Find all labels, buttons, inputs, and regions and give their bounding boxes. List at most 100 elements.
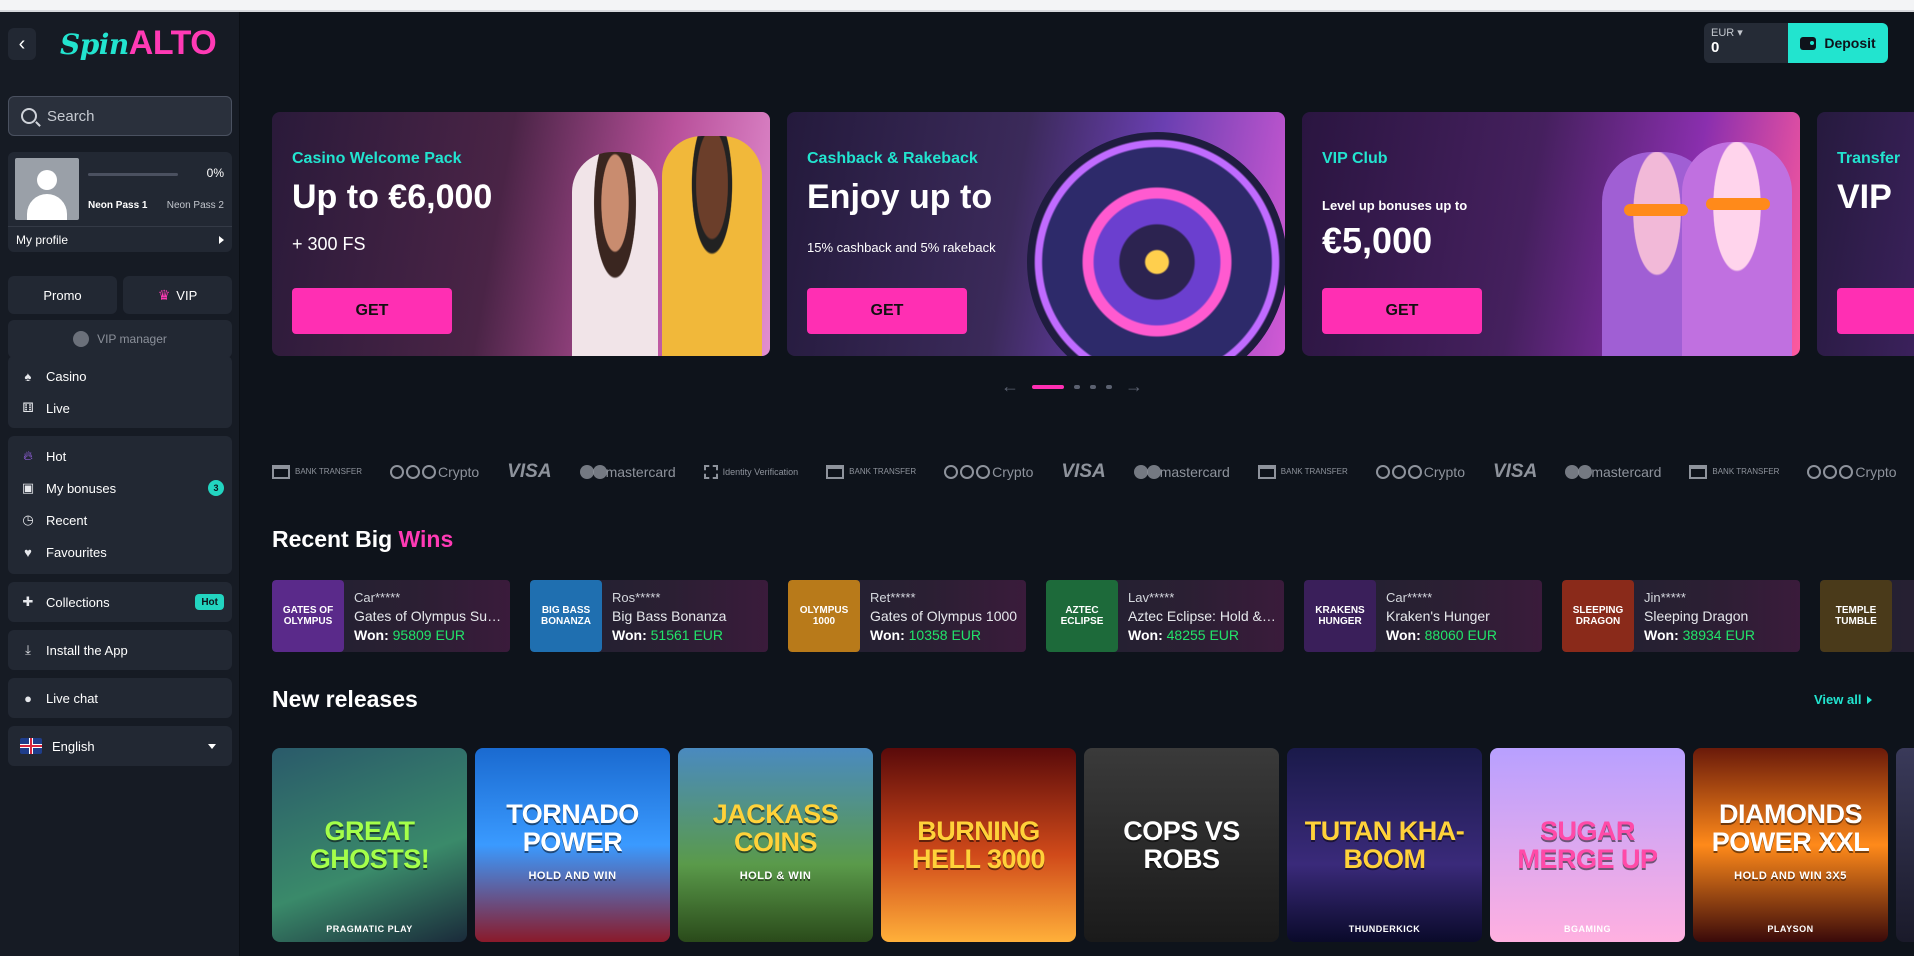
progress-percent: 0% [206,166,224,180]
payment-crypto-logo: Crypto [1807,464,1897,480]
game-tile[interactable]: Tornado Power HOLD AND WIN [475,748,670,942]
collapse-sidebar-button[interactable]: ‹ [8,28,36,60]
game-thumbnail[interactable]: SLEEPING DRAGON [1562,580,1634,652]
won-label: Won: [1128,626,1163,643]
vip-button[interactable]: ♛ VIP [123,276,232,314]
language-label: English [52,738,95,754]
promo-button[interactable]: Promo [8,276,117,314]
win-card[interactable]: SLEEPING DRAGON Jin***** Sleeping Dragon Wo… [1562,580,1800,652]
carousel-dot[interactable] [1106,384,1112,389]
game-tile[interactable] [1896,748,1914,942]
balance-selector[interactable]: EUR ▾ 0 [1704,23,1788,63]
game-tile[interactable]: Burning Hell 3000 [881,748,1076,942]
sidebar-item-live-chat[interactable]: ● Live chat [8,682,232,714]
game-name[interactable]: Gates of Olympus Super Scatter [354,608,504,624]
won-label: Won: [612,626,647,643]
promo-banner-vip[interactable]: VIP Club Level up bonuses up to €5,000 G… [1302,112,1800,356]
recent-wins-list: GATES OF OLYMPUS Car***** Gates of Olympus… [272,580,1914,652]
game-thumbnail[interactable]: AZTEC ECLIPSE [1046,580,1118,652]
game-tile[interactable]: Tutan Kha-Boom THUNDERKICK [1287,748,1482,942]
win-card[interactable]: KRAKENS HUNGER Car***** Kraken's Hunger Won… [1304,580,1542,652]
win-card[interactable]: AZTEC ECLIPSE Lav***** Aztec Eclipse: Hold… [1046,580,1284,652]
payment-methods-strip: BANK TRANSFER Crypto VISA mastercard Identit… [272,458,1914,486]
sidebar-item-casino[interactable]: ♠ Casino [8,360,232,392]
carousel-prev-arrow-icon[interactable]: ← [998,376,1022,397]
gift-icon: ▣ [21,480,35,495]
deposit-button[interactable]: Deposit [1788,23,1888,63]
menu-group-games: ♠ Casino ⚅ Live [8,356,232,428]
game-name[interactable]: Gates of Olympus 1000 [870,608,1020,624]
sidebar-item-collections[interactable]: ✚ Collections Hot [8,586,232,618]
search-icon [21,108,37,124]
game-tile[interactable]: Sugar Merge Up BGAMING [1490,748,1685,942]
promo-banner-transfer[interactable]: Transfer VIP [1817,112,1914,356]
payment-label: Crypto [437,464,480,480]
view-all-link[interactable]: View all [1814,692,1873,707]
game-name[interactable]: Big Bass Bonanza [612,608,762,624]
menu-group-chat: ● Live chat [8,678,232,718]
chevron-down-icon [208,743,216,749]
chat-icon: ● [24,690,32,706]
chevron-right-icon [219,235,224,244]
sidebar-item-favourites[interactable]: ♥ Favourites [8,536,232,568]
sidebar-item-label: Collections [46,594,110,610]
carousel-dot[interactable] [1074,384,1080,389]
promo-banner-welcome[interactable]: Casino Welcome Pack Up to €6,000 + 300 F… [272,112,770,356]
game-tile[interactable]: Cops vs Robs [1084,748,1279,942]
sidebar-item-install-app[interactable]: ⤓ Install the App [8,634,232,666]
win-card[interactable]: BIG BASS BONANZA Ros***** Big Bass Bonanza… [530,580,768,652]
bitcoin-icon [944,465,959,479]
game-thumbnail[interactable]: TEMPLE TUMBLE [1820,580,1892,652]
get-button[interactable] [1837,288,1914,334]
game-name[interactable]: Aztec Eclipse: Hold & Win [1128,608,1278,624]
game-tile[interactable]: Jackass Coins HOLD & WIN [678,748,873,942]
sunglasses-image [1624,204,1688,216]
promo-banner-cashback[interactable]: Cashback & Rakeback Enjoy up to 15% cash… [787,112,1285,356]
game-thumbnail[interactable]: OLYMPUS 1000 [788,580,860,652]
get-button[interactable]: GET [292,288,452,334]
banner-woman-image [572,152,658,356]
sidebar-item-live[interactable]: ⚅ Live [8,392,232,424]
carousel-dot-active[interactable] [1032,384,1064,389]
winner-username: Car***** [354,589,401,605]
avatar[interactable] [15,158,79,220]
carousel-next-arrow-icon[interactable]: → [1122,376,1146,397]
game-thumbnail[interactable]: BIG BASS BONANZA [530,580,602,652]
tether-icon [960,465,975,479]
payment-label: BANK TRANSFER [849,467,917,476]
sidebar-item-my-bonuses[interactable]: ▣ My bonuses 3 [8,472,232,504]
carousel-dot[interactable] [1090,384,1096,389]
win-card[interactable]: GATES OF OLYMPUS Car***** Gates of Olympus… [272,580,510,652]
whatsapp-icon [73,331,90,347]
get-button[interactable]: GET [807,288,967,334]
game-tile[interactable]: Great Ghosts! PRAGMATIC PLAY [272,748,467,942]
game-title-text: Tornado Power [506,799,639,857]
sidebar-item-recent[interactable]: ◷ Recent [8,504,232,536]
game-name[interactable]: Sleeping Dragon [1644,608,1794,624]
logo[interactable]: SpinALTO [60,24,217,63]
sidebar-item-language[interactable]: English [8,730,232,762]
ethereum-icon [976,465,991,479]
game-thumbnail[interactable]: KRAKENS HUNGER [1304,580,1376,652]
win-info: Car***** Gates of Olympus Super Scatter Wo… [354,590,504,643]
my-profile-link[interactable]: My profile [8,226,232,252]
win-card[interactable]: OLYMPUS 1000 Ret***** Gates of Olympus 100… [788,580,1026,652]
win-info: Car***** Kraken's Hunger Won: 88060 EUR [1386,590,1536,643]
sidebar-item-hot[interactable]: 🔥︎ Hot [8,440,232,472]
game-tile[interactable]: Diamonds Power XXL HOLD AND WIN 3X5 PLAYSO… [1693,748,1888,942]
recent-wins-title-main: Recent Big [272,526,399,552]
win-amount: Won: 10358 EUR [870,627,1020,643]
game-title-text: Burning Hell 3000 [911,816,1046,874]
win-card[interactable]: TEMPLE TUMBLE [1820,580,1914,652]
game-title-text: Cops vs Robs [1123,816,1240,874]
search-input[interactable]: Search [8,96,232,136]
profile-card: 0% Neon Pass 1 Neon Pass 2 My profile [8,152,232,252]
browser-top-bar [0,0,1914,12]
game-name[interactable]: Kraken's Hunger [1386,608,1536,624]
banner-title: €5,000 [1322,220,1433,261]
bank-icon [826,465,845,479]
get-button[interactable]: GET [1322,288,1482,334]
vip-manager-button[interactable]: VIP manager [8,320,232,358]
language-selector[interactable]: English [8,726,232,766]
game-thumbnail[interactable]: GATES OF OLYMPUS [272,580,344,652]
